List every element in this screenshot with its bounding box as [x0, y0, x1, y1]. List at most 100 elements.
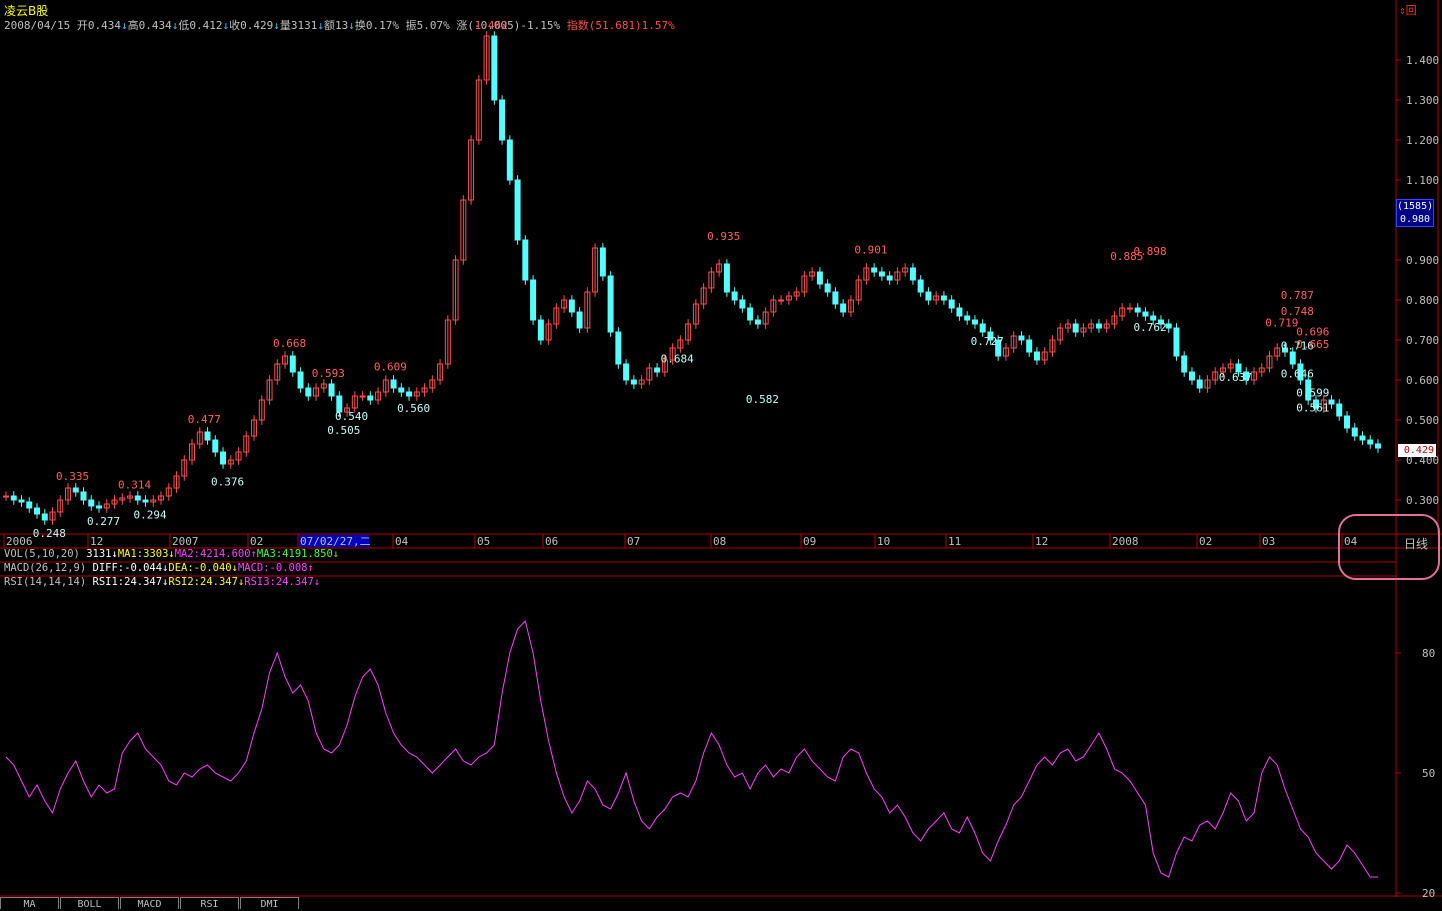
candle-body — [26, 501, 33, 509]
price-annotation: 0.560 — [397, 402, 430, 415]
last-price-tag: 0.429 — [1398, 444, 1436, 457]
kline-chart[interactable]: 1.400 1.300 1.200 1.100 0.900 0.800 0.700 0.600… — [0, 0, 1442, 910]
tab-macd[interactable]: MACD — [120, 897, 179, 910]
price-annotation: 0.684 — [661, 352, 694, 365]
price-axis-label: 0.800 — [1406, 294, 1439, 307]
candle-body — [390, 379, 397, 389]
cursor-price: 0.980 — [1399, 214, 1431, 225]
date-axis-label: 2007 — [172, 535, 199, 548]
candle-body — [925, 291, 932, 301]
price-annotation: 0.561 — [1296, 402, 1329, 415]
candle-body — [522, 239, 529, 281]
candle-body — [607, 275, 614, 333]
vol-seg-3: MA1:3303 — [117, 548, 169, 560]
candle-body — [909, 267, 916, 281]
candle-body — [305, 387, 312, 397]
price-annotation: 0.248 — [33, 527, 66, 540]
price-annotation: 0.898 — [1133, 245, 1166, 258]
candle-body — [630, 379, 637, 385]
candle-body — [754, 319, 761, 325]
candle-body — [41, 513, 48, 521]
candle-body — [88, 499, 95, 507]
candle-body — [778, 299, 785, 302]
candle-body — [220, 451, 227, 465]
candle-body — [142, 499, 149, 503]
date-axis-label: 06 — [545, 535, 558, 548]
candle-body — [1026, 339, 1033, 353]
candle-body — [1343, 415, 1350, 429]
candle-body — [956, 307, 963, 317]
candle-body — [3, 495, 9, 498]
candle-body — [134, 495, 141, 501]
price-annotation: 0.477 — [188, 413, 221, 426]
candle-body — [506, 139, 513, 181]
candle-body — [204, 431, 211, 441]
macd-seg-6: ↑ — [307, 562, 314, 574]
date-axis-label: 08 — [713, 535, 726, 548]
rsi-seg-3: RSI2:24.347 — [168, 576, 238, 588]
macd-seg-0: MACD(26,12,9) — [4, 562, 93, 574]
price-annotation: 0.901 — [854, 244, 887, 257]
price-axis-label: 1.100 — [1406, 174, 1439, 187]
indicator-tabs: MA BOLL MACD RSI DMI — [0, 897, 300, 910]
rsi-line — [5, 619, 1378, 878]
macd-seg-1: DIFF:-0.044 — [92, 562, 163, 574]
candle-body — [530, 279, 537, 321]
candle-body — [940, 295, 947, 301]
date-axis-label: 04 — [395, 535, 409, 548]
candle-body — [1142, 311, 1149, 317]
candle-body — [1165, 323, 1172, 329]
candle-body — [971, 319, 978, 325]
date-axis-label: 07/02/27,二 — [300, 535, 371, 548]
candle-body — [34, 507, 41, 515]
tab-rsi[interactable]: RSI — [180, 897, 239, 910]
candle-body — [1018, 335, 1025, 341]
candle-body — [514, 179, 521, 241]
price-annotation: 0.314 — [118, 478, 151, 491]
candle-body — [212, 439, 219, 453]
price-axis-label: 1.400 — [1406, 54, 1439, 67]
price-annotation: 0.593 — [312, 367, 345, 380]
candle-body — [871, 267, 878, 273]
vol-indicator-line: VOL(5,10,20) 3131↓MA1:3303↓MA2:4214.600↑… — [4, 548, 339, 560]
vol-seg-7: MA3:4191.850 — [256, 548, 333, 560]
price-annotation: 0.335 — [56, 470, 89, 483]
price-annotation: 0.762 — [1133, 321, 1166, 334]
tab-boll[interactable]: BOLL — [60, 897, 119, 910]
candle-body — [739, 299, 746, 309]
price-annotation: 0.719 — [1265, 316, 1298, 329]
price-axis-label: 0.900 — [1406, 254, 1439, 267]
price-annotation: 0.609 — [374, 360, 407, 373]
rsi-seg-6: ↓ — [313, 576, 321, 588]
candle-body — [840, 303, 847, 313]
candle-body — [1072, 323, 1079, 333]
vol-seg-8: ↓ — [332, 548, 340, 560]
tab-ma[interactable]: MA — [0, 897, 59, 910]
period-daily-label[interactable]: 日线 — [1404, 535, 1428, 552]
candle-body — [1188, 371, 1195, 381]
candle-body — [576, 311, 583, 329]
date-axis-label: 02 — [250, 535, 263, 548]
date-axis-label: 2006 — [6, 535, 33, 548]
candle-body — [1181, 355, 1188, 373]
candle-body — [568, 299, 575, 313]
candle-body — [886, 275, 893, 281]
candle-body — [1359, 435, 1366, 441]
rsi-axis-label: 80 — [1422, 647, 1435, 660]
candle-body — [289, 355, 296, 373]
price-axis-label: 1.300 — [1406, 94, 1439, 107]
price-annotation: 0.376 — [211, 476, 244, 489]
date-axis-label: 03 — [1262, 535, 1275, 548]
vol-seg-0: VOL(5,10,20) — [4, 548, 87, 560]
rsi-indicator-line: RSI(14,14,14) RSI1:24.347↓RSI2:24.347↓RS… — [4, 576, 320, 588]
candle-body — [1336, 403, 1343, 417]
candle-body — [623, 363, 630, 381]
tab-dmi[interactable]: DMI — [240, 897, 299, 910]
rsi-seg-0: RSI(14,14,14) — [4, 576, 93, 588]
date-axis-label: 2008 — [1112, 535, 1139, 548]
price-annotation: 0.505 — [327, 424, 360, 437]
candle-body — [1328, 399, 1335, 405]
macd-seg-5: MACD:-0.008 — [237, 562, 308, 574]
price-annotation: 0.294 — [134, 508, 167, 521]
candle-body — [615, 331, 622, 365]
